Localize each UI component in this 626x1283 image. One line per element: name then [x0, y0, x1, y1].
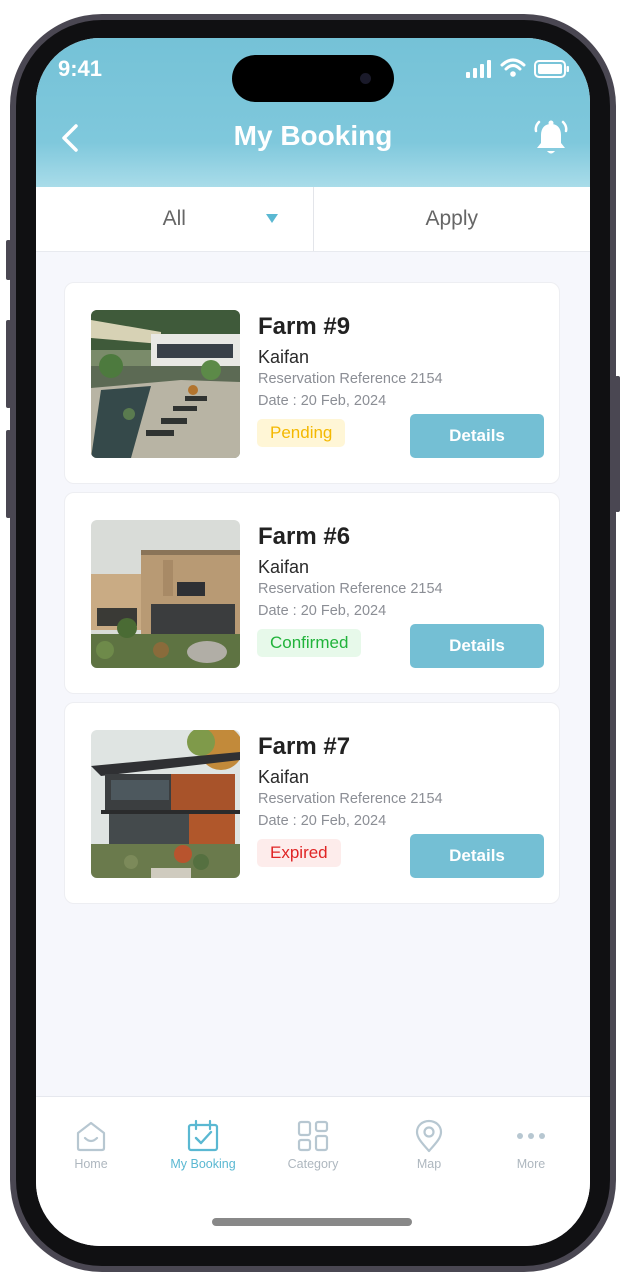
card-title: Farm #9: [258, 313, 351, 340]
status-time: 9:41: [58, 56, 103, 81]
status-badge: Confirmed: [257, 629, 362, 657]
status-icons: [466, 58, 570, 78]
home-icon: [76, 1121, 106, 1152]
nav-label: Category: [287, 1157, 339, 1171]
more-dots-icon: [517, 1133, 545, 1139]
farm-image: [91, 310, 240, 458]
battery-icon: [534, 60, 569, 78]
bell-ring-icon: [534, 120, 568, 154]
details-button[interactable]: Details: [410, 414, 544, 458]
nav-label: More: [516, 1157, 546, 1171]
details-button[interactable]: Details: [410, 624, 544, 668]
card-title: Farm #6: [258, 523, 351, 550]
nav-item-home[interactable]: Home: [36, 1119, 146, 1171]
apply-label: Apply: [425, 207, 479, 230]
page-title: My Booking: [233, 120, 393, 151]
phone-action-button: [6, 240, 11, 280]
booking-date: Date : 20 Feb, 2024: [258, 393, 387, 409]
card-owner: Kaifan: [258, 767, 310, 787]
nav-label: Map: [416, 1157, 442, 1171]
card-title: Farm #7: [258, 733, 351, 760]
calendar-check-icon: [187, 1119, 219, 1152]
nav-item-my-booking[interactable]: My Booking: [148, 1119, 258, 1171]
nav-item-category[interactable]: Category: [258, 1119, 368, 1171]
booking-list: Farm #9 Kaifan Reservation Reference 215…: [64, 282, 562, 912]
phone-volume-down-button: [6, 430, 11, 518]
filter-selected-label: All: [162, 207, 186, 230]
filter-bar: All Apply: [36, 187, 590, 252]
farm-image: [91, 730, 240, 878]
map-pin-icon: [415, 1119, 443, 1153]
notifications-button[interactable]: [532, 118, 570, 158]
reservation-reference: Reservation Reference 2154: [258, 581, 443, 597]
status-badge: Pending: [257, 419, 346, 447]
card-owner: Kaifan: [258, 347, 310, 367]
nav-label: My Booking: [170, 1157, 236, 1171]
card-owner: Kaifan: [258, 557, 310, 577]
farm-image: [91, 520, 240, 668]
nav-label: Home: [74, 1157, 108, 1171]
booking-card: Farm #6 Kaifan Reservation Reference 215…: [64, 492, 560, 694]
booking-card: Farm #9 Kaifan Reservation Reference 215…: [64, 282, 560, 484]
filter-dropdown[interactable]: All: [36, 187, 314, 251]
grid-icon: [297, 1120, 329, 1152]
phone-volume-up-button: [6, 320, 11, 408]
reservation-reference: Reservation Reference 2154: [258, 371, 443, 387]
app-header: 9:41 My Booking: [36, 38, 590, 187]
app-screen: 9:41 My Booking All Apply Farm #9 Kaifan…: [36, 38, 590, 1246]
booking-card: Farm #7 Kaifan Reservation Reference 215…: [64, 702, 560, 904]
caret-down-icon: [266, 214, 278, 223]
nav-item-map[interactable]: Map: [374, 1119, 484, 1171]
apply-button[interactable]: Apply: [314, 187, 591, 251]
dynamic-island: [232, 55, 394, 102]
booking-date: Date : 20 Feb, 2024: [258, 603, 387, 619]
wifi-icon: [500, 58, 526, 77]
details-button[interactable]: Details: [410, 834, 544, 878]
booking-date: Date : 20 Feb, 2024: [258, 813, 387, 829]
home-indicator: [212, 1218, 412, 1226]
reservation-reference: Reservation Reference 2154: [258, 791, 443, 807]
nav-item-more[interactable]: More: [476, 1119, 586, 1171]
phone-power-button: [615, 376, 620, 512]
status-badge: Expired: [257, 839, 341, 867]
camera-icon: [360, 73, 371, 84]
signal-icon: [466, 60, 491, 78]
